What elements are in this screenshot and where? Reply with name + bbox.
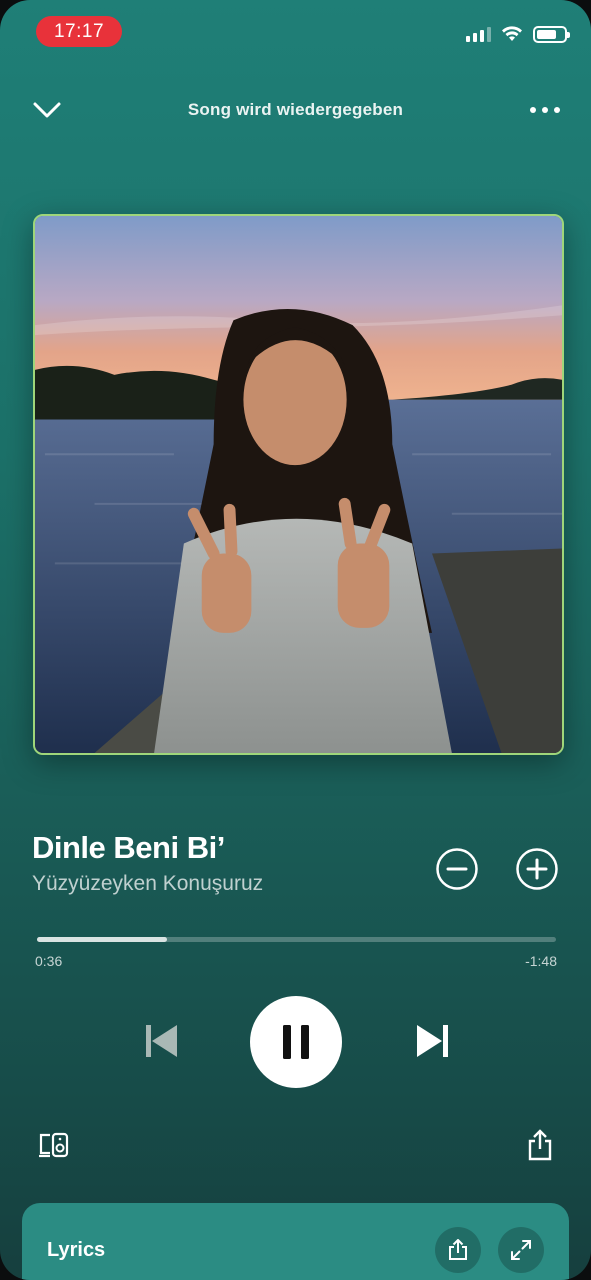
album-artwork (33, 214, 564, 755)
battery-icon (533, 25, 570, 43)
time-remaining: -1:48 (525, 953, 557, 969)
lyrics-card[interactable]: Lyrics (22, 1203, 569, 1280)
next-button[interactable] (412, 1020, 454, 1062)
track-title: Dinle Beni Bi’ (32, 830, 225, 865)
pause-icon (283, 1025, 309, 1059)
more-dots-icon (530, 107, 560, 113)
expand-icon (511, 1240, 531, 1260)
share-button[interactable] (522, 1126, 558, 1164)
wifi-icon (502, 26, 522, 41)
remove-button[interactable] (434, 846, 480, 892)
track-artist[interactable]: Yüzyüzeyken Konuşuruz (32, 872, 263, 896)
pause-button[interactable] (250, 996, 342, 1088)
time-elapsed: 0:36 (35, 953, 63, 969)
minus-circle-icon (436, 848, 478, 890)
status-icons (466, 24, 570, 44)
skip-previous-icon (146, 1025, 177, 1057)
now-playing-screen: 17:17 Song wird wiedergegeben Dinle Beni… (0, 0, 591, 1280)
header-title: Song wird wiedergegeben (187, 100, 404, 119)
device-icon (39, 1132, 69, 1158)
lyrics-expand-button[interactable] (498, 1227, 544, 1273)
lyrics-share-button[interactable] (435, 1227, 481, 1273)
plus-circle-icon (516, 848, 558, 890)
progress-fill (37, 937, 167, 942)
share-icon (449, 1239, 467, 1260)
share-icon (528, 1129, 552, 1161)
connect-device-button[interactable] (36, 1128, 72, 1162)
status-time: 17:17 (36, 16, 122, 47)
lyrics-label: Lyrics (47, 1239, 106, 1261)
signal-icon (466, 26, 491, 42)
progress-bar[interactable] (37, 937, 556, 942)
previous-button[interactable] (140, 1020, 182, 1062)
header: Song wird wiedergegeben (0, 88, 591, 132)
add-button[interactable] (514, 846, 560, 892)
skip-next-icon (417, 1025, 448, 1057)
more-options-button[interactable] (525, 96, 565, 124)
